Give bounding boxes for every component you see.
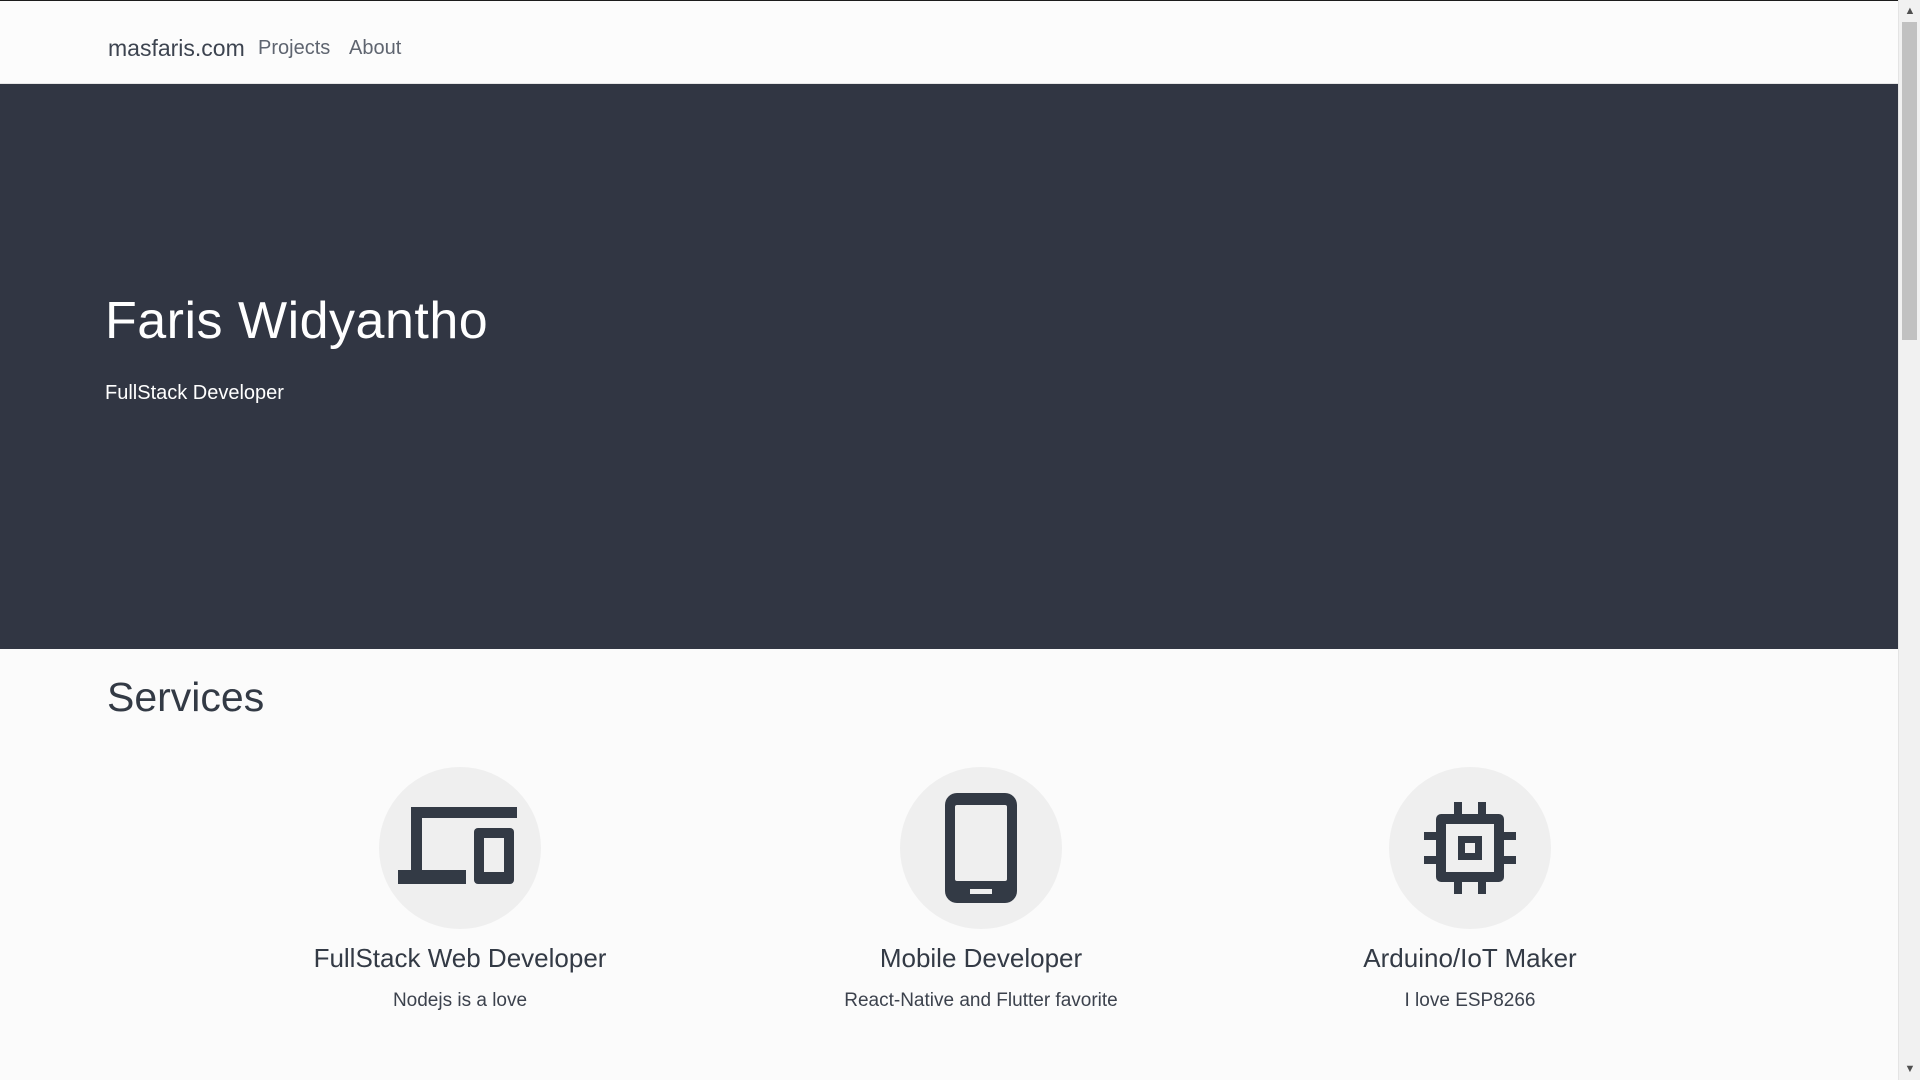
hero-subtitle: FullStack Developer — [105, 382, 284, 404]
vertical-scrollbar[interactable]: ▲ ▼ — [1898, 0, 1920, 1080]
hero-title: Faris Widyantho — [105, 292, 489, 350]
service-card-fullstack: FullStack Web Developer Nodejs is a love — [230, 767, 690, 1012]
services-heading: Services — [107, 674, 265, 720]
service-card-iot: Arduino/IoT Maker I love ESP8266 — [1240, 767, 1700, 1012]
service-card-mobile: Mobile Developer React-Native and Flutte… — [751, 767, 1211, 1012]
hero-banner: Faris Widyantho FullStack Developer — [0, 84, 1898, 649]
page: masfaris.com Projects About Faris Widyan… — [0, 0, 1898, 1080]
service-description: React-Native and Flutter favorite — [844, 990, 1118, 1011]
service-icon-circle — [1389, 767, 1551, 929]
service-icon-circle — [379, 767, 541, 929]
scroll-down-icon[interactable]: ▼ — [1899, 1060, 1920, 1078]
navbar: masfaris.com Projects About — [0, 1, 1898, 84]
service-description: I love ESP8266 — [1404, 990, 1536, 1011]
service-description: Nodejs is a love — [392, 990, 528, 1011]
scroll-up-icon[interactable]: ▲ — [1899, 2, 1920, 20]
devices-icon — [398, 807, 517, 884]
nav-link-projects[interactable]: Projects — [258, 37, 330, 60]
nav-link-about[interactable]: About — [349, 37, 401, 60]
smartphone-icon — [945, 793, 1017, 903]
chip-icon — [1424, 802, 1516, 894]
scrollbar-thumb[interactable] — [1902, 22, 1917, 340]
service-title: Mobile Developer — [879, 943, 1083, 973]
service-icon-circle — [900, 767, 1062, 929]
service-title: Arduino/IoT Maker — [1363, 943, 1577, 973]
service-title: FullStack Web Developer — [313, 943, 607, 973]
brand-link[interactable]: masfaris.com — [108, 35, 245, 62]
